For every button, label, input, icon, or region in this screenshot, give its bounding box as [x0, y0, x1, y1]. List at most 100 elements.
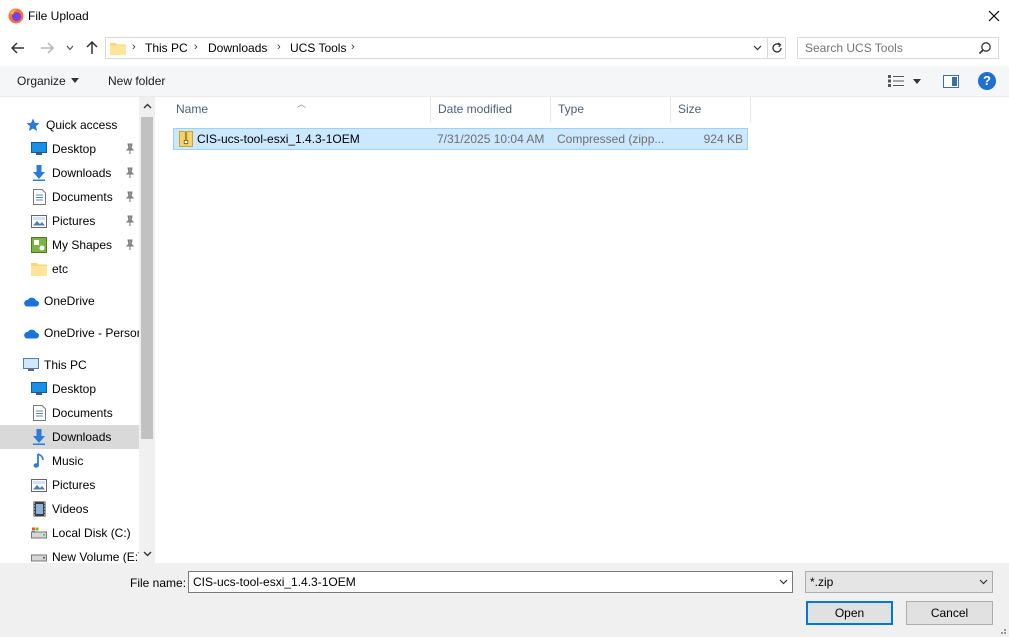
- nav-label: My Shapes: [52, 238, 113, 252]
- chevron-down-icon: [143, 551, 151, 557]
- file-type-dropdown-button[interactable]: [973, 572, 993, 592]
- file-name-combobox[interactable]: [188, 571, 793, 593]
- cancel-button[interactable]: Cancel: [906, 601, 993, 625]
- up-arrow-icon: [86, 41, 98, 54]
- breadcrumb-downloads[interactable]: Downloads: [208, 41, 267, 55]
- close-button[interactable]: [979, 0, 1009, 32]
- breadcrumb-ucs-tools[interactable]: UCS Tools: [290, 41, 346, 55]
- organize-button[interactable]: Organize: [17, 74, 79, 88]
- nav-qa-etc[interactable]: etc: [0, 257, 139, 281]
- nav-this-pc[interactable]: This PC: [0, 353, 139, 377]
- window-title: File Upload: [28, 9, 89, 23]
- view-options-caret-icon[interactable]: [913, 79, 921, 84]
- nav-qa-desktop[interactable]: Desktop: [0, 137, 139, 161]
- file-type-value: *.zip: [810, 575, 834, 589]
- nav-label: Pictures: [52, 214, 96, 228]
- nav-qa-my-shapes[interactable]: My Shapes: [0, 233, 139, 257]
- cloud-icon: [23, 293, 39, 309]
- pictures-icon: [31, 213, 47, 229]
- nav-label: etc: [52, 262, 69, 276]
- file-size: 924 KB: [703, 132, 743, 146]
- nav-pc-music[interactable]: Music: [0, 449, 139, 473]
- firefox-icon: [8, 8, 24, 24]
- nav-onedrive[interactable]: OneDrive: [0, 289, 139, 313]
- column-header-size[interactable]: Size: [671, 97, 751, 122]
- file-type-select[interactable]: *.zip: [805, 571, 993, 593]
- organize-label: Organize: [17, 74, 66, 88]
- title-bar: File Upload: [0, 0, 1009, 32]
- open-button[interactable]: Open: [806, 601, 893, 625]
- recent-locations-button[interactable]: [63, 39, 77, 57]
- folder-icon: [31, 261, 47, 277]
- column-header-date-modified[interactable]: Date modified: [431, 97, 551, 122]
- breadcrumb-separator-icon: ›: [351, 41, 355, 53]
- new-folder-button[interactable]: New folder: [108, 74, 165, 88]
- breadcrumb-this-pc[interactable]: This PC: [145, 41, 188, 55]
- chevron-up-icon: [143, 103, 151, 109]
- shapes-icon: [31, 237, 47, 253]
- nav-pc-desktop[interactable]: Desktop: [0, 377, 139, 401]
- nav-pc-documents[interactable]: Documents: [0, 401, 139, 425]
- nav-pc-pictures[interactable]: Pictures: [0, 473, 139, 497]
- address-bar[interactable]: › This PC › Downloads › UCS Tools ›: [105, 37, 786, 59]
- desktop-icon: [31, 141, 47, 157]
- close-icon: [988, 10, 1000, 22]
- column-header-label: Name: [176, 102, 209, 116]
- nav-qa-documents[interactable]: Documents: [0, 185, 139, 209]
- scroll-down-button[interactable]: [142, 549, 152, 559]
- nav-label: Downloads: [52, 430, 112, 444]
- search-input[interactable]: [798, 38, 974, 58]
- nav-qa-pictures[interactable]: Pictures: [0, 209, 139, 233]
- address-dropdown-button[interactable]: [748, 38, 766, 58]
- forward-arrow-icon: [41, 42, 54, 54]
- nav-label: Music: [52, 454, 84, 468]
- pin-icon[interactable]: [124, 215, 136, 227]
- file-list: Name ︿ Date modified Type Size CIS-ucs-t…: [160, 97, 1009, 563]
- scroll-thumb[interactable]: [141, 117, 153, 439]
- column-header-type[interactable]: Type: [551, 97, 671, 122]
- nav-qa-downloads[interactable]: Downloads: [0, 161, 139, 185]
- pictures-icon: [31, 477, 47, 493]
- refresh-button[interactable]: [767, 38, 786, 58]
- nav-pc-new-volume[interactable]: New Volume (E:): [0, 545, 139, 563]
- navigation-scrollbar[interactable]: [139, 97, 155, 563]
- forward-button[interactable]: [38, 39, 56, 57]
- pin-icon[interactable]: [124, 143, 136, 155]
- nav-label: Documents: [52, 190, 113, 204]
- chevron-down-icon: [979, 579, 987, 585]
- file-name-dropdown-button[interactable]: [773, 572, 793, 592]
- nav-label: Downloads: [52, 166, 112, 180]
- breadcrumb-separator-icon: ›: [277, 41, 281, 53]
- command-bar: Organize New folder: [0, 66, 1009, 97]
- nav-pc-downloads[interactable]: Downloads: [0, 425, 139, 449]
- scroll-up-button[interactable]: [142, 101, 152, 111]
- folder-icon: [110, 43, 126, 55]
- nav-onedrive-personal[interactable]: OneDrive - Personal: [0, 321, 139, 345]
- file-row[interactable]: CIS-ucs-tool-esxi_1.4.3-1OEM 7/31/2025 1…: [173, 128, 748, 150]
- view-options-icon[interactable]: [888, 74, 904, 88]
- up-button[interactable]: [83, 39, 101, 57]
- preview-pane-icon[interactable]: [943, 75, 959, 88]
- computer-icon: [23, 357, 39, 373]
- music-icon: [31, 453, 47, 469]
- desktop-icon: [31, 381, 47, 397]
- nav-label: OneDrive: [44, 294, 95, 308]
- chevron-down-icon: [779, 579, 787, 585]
- nav-label: Pictures: [52, 478, 96, 492]
- search-box[interactable]: [797, 37, 999, 59]
- nav-pc-videos[interactable]: Videos: [0, 497, 139, 521]
- pin-icon[interactable]: [124, 239, 136, 251]
- back-button[interactable]: [9, 39, 27, 57]
- caret-down-icon: [70, 78, 79, 83]
- pin-icon[interactable]: [124, 167, 136, 179]
- pin-icon[interactable]: [124, 191, 136, 203]
- resize-grip-icon[interactable]: [997, 625, 1007, 635]
- nav-quick-access[interactable]: Quick access: [0, 113, 139, 137]
- zip-file-icon: [179, 131, 193, 147]
- file-name-input[interactable]: [189, 572, 769, 592]
- nav-label: OneDrive - Personal: [44, 326, 139, 340]
- chevron-down-icon: [753, 45, 762, 51]
- help-icon[interactable]: ?: [978, 72, 996, 90]
- cloud-icon: [23, 325, 39, 341]
- nav-pc-local-disk[interactable]: Local Disk (C:): [0, 521, 139, 545]
